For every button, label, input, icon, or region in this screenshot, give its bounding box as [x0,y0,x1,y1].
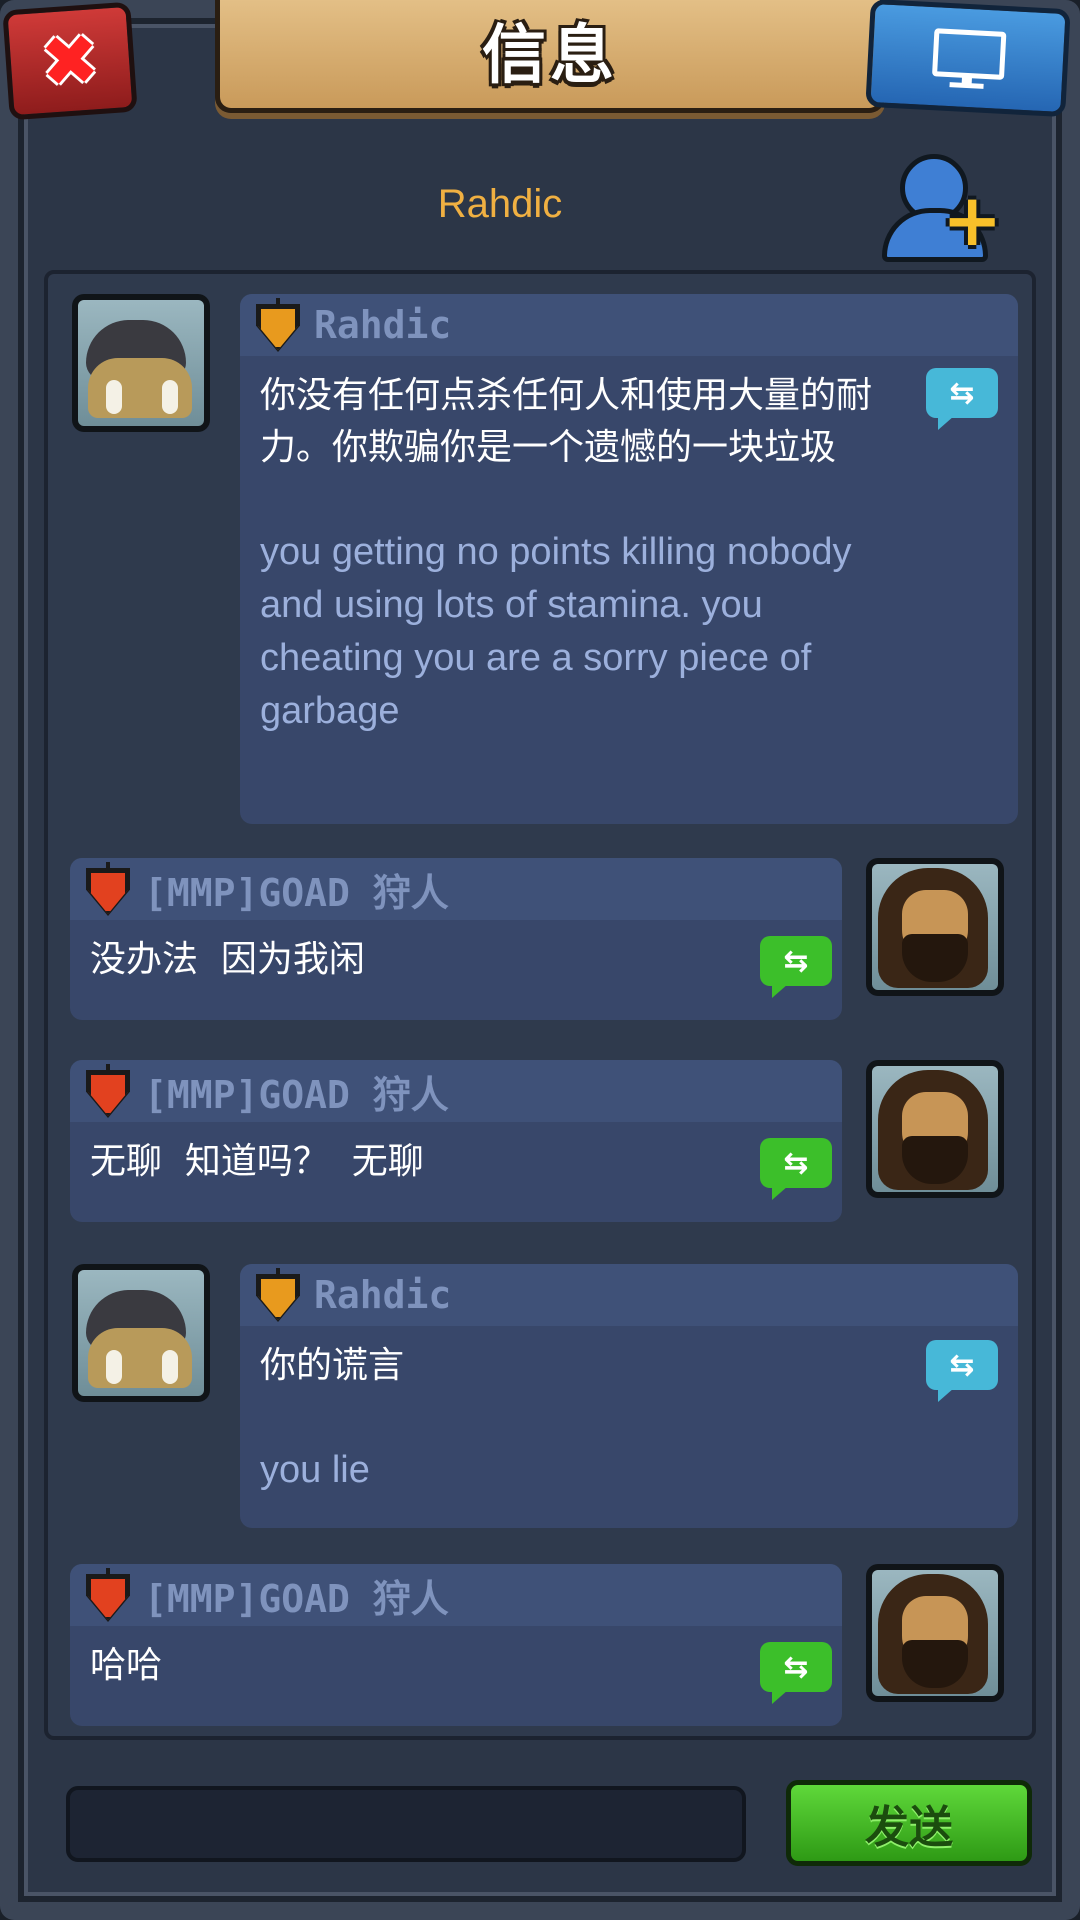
message-header: [MMP]GOAD 狩人 [70,858,842,920]
send-button-label: 发送 [865,1802,953,1853]
swap-arrows-icon: ⇆ [783,943,809,979]
message-header: [MMP]GOAD 狩人 [70,1564,842,1626]
message-text-en: you lie [260,1449,370,1491]
translate-button[interactable]: ⇆ [760,1138,832,1200]
hunter-avatar[interactable] [866,858,1004,996]
swap-arrows-icon: ⇆ [949,375,975,411]
message-bubble: Rahdic 你的谎言 you lie ⇆ [240,1264,1018,1528]
message-list[interactable]: Rahdic 你没有任何点杀任何人和使用大量的耐力。你欺骗你是一个遗憾的一块垃圾… [44,270,1036,1740]
armadillo-avatar[interactable] [72,1264,210,1402]
close-icon: ✖ [37,18,103,104]
message-item: [MMP]GOAD 狩人 无聊 知道吗？ 无聊 ⇆ [48,1060,1032,1230]
message-bubble: [MMP]GOAD 狩人 没办法 因为我闲 ⇆ [70,858,842,1020]
swap-arrows-icon: ⇆ [949,1347,975,1383]
message-item: [MMP]GOAD 狩人 哈哈 ⇆ [48,1564,1032,1734]
message-text-zh: 没办法 因为我闲 [90,939,365,980]
translate-button[interactable]: ⇆ [760,936,832,998]
message-bubble: [MMP]GOAD 狩人 哈哈 ⇆ [70,1564,842,1726]
send-button[interactable]: 发送 [786,1780,1032,1866]
message-text: 无聊 知道吗？ 无聊 [70,1122,842,1208]
sender-name: [MMP]GOAD 狩人 [144,870,449,915]
translate-button[interactable]: ⇆ [926,1340,998,1402]
message-text-en: you getting no points killing nobody and… [260,531,863,732]
message-item: Rahdic 你没有任何点杀任何人和使用大量的耐力。你欺骗你是一个遗憾的一块垃圾… [48,274,1032,834]
message-bubble: [MMP]GOAD 狩人 无聊 知道吗？ 无聊 ⇆ [70,1060,842,1222]
message-input[interactable] [66,1786,746,1862]
hunter-avatar[interactable] [866,1060,1004,1198]
title-banner: 信息 [215,0,885,113]
armadillo-avatar[interactable] [72,294,210,432]
rank-badge-icon [86,1064,130,1118]
chat-screen: 信息 ✖ Rahdic + Rahdic 你没有任何点杀任何人和使用大量的耐力。… [0,0,1080,1920]
message-text-zh: 你的谎言 [260,1345,405,1386]
sender-name: [MMP]GOAD 狩人 [144,1072,449,1117]
message-text-zh: 无聊 知道吗？ 无聊 [90,1141,424,1182]
message-text: 没办法 因为我闲 [70,920,842,1006]
message-header: [MMP]GOAD 狩人 [70,1060,842,1122]
sender-name: Rahdic [314,1273,452,1317]
swap-arrows-icon: ⇆ [783,1649,809,1685]
monitor-icon [932,28,1007,89]
rank-badge-icon [86,862,130,916]
rank-badge-icon [256,1268,300,1322]
message-text: 你没有任何点杀任何人和使用大量的耐力。你欺骗你是一个遗憾的一块垃圾 you ge… [240,356,1018,758]
hunter-avatar[interactable] [866,1564,1004,1702]
message-text-zh: 哈哈 [90,1645,163,1686]
message-header: Rahdic [240,1264,1018,1326]
message-bubble: Rahdic 你没有任何点杀任何人和使用大量的耐力。你欺骗你是一个遗憾的一块垃圾… [240,294,1018,824]
close-button[interactable]: ✖ [2,1,138,121]
page-title: 信息 [482,19,618,93]
message-text: 哈哈 [70,1626,842,1712]
rank-badge-icon [86,1568,130,1622]
message-text-zh: 你没有任何点杀任何人和使用大量的耐力。你欺骗你是一个遗憾的一块垃圾 [260,375,873,468]
sender-name: Rahdic [314,303,452,347]
message-item: [MMP]GOAD 狩人 没办法 因为我闲 ⇆ [48,858,1032,1028]
sender-name: [MMP]GOAD 狩人 [144,1576,449,1621]
message-item: Rahdic 你的谎言 you lie ⇆ [48,1264,1032,1534]
swap-arrows-icon: ⇆ [783,1145,809,1181]
contact-name: Rahdic [437,182,563,226]
message-header: Rahdic [240,294,1018,356]
translate-button[interactable]: ⇆ [760,1642,832,1704]
message-text: 你的谎言 you lie [240,1326,1018,1517]
plus-icon: + [942,178,1003,262]
screen-toggle-button[interactable] [865,0,1071,118]
rank-badge-icon [256,298,300,352]
add-friend-button[interactable]: + [880,150,1003,262]
translate-button[interactable]: ⇆ [926,368,998,430]
